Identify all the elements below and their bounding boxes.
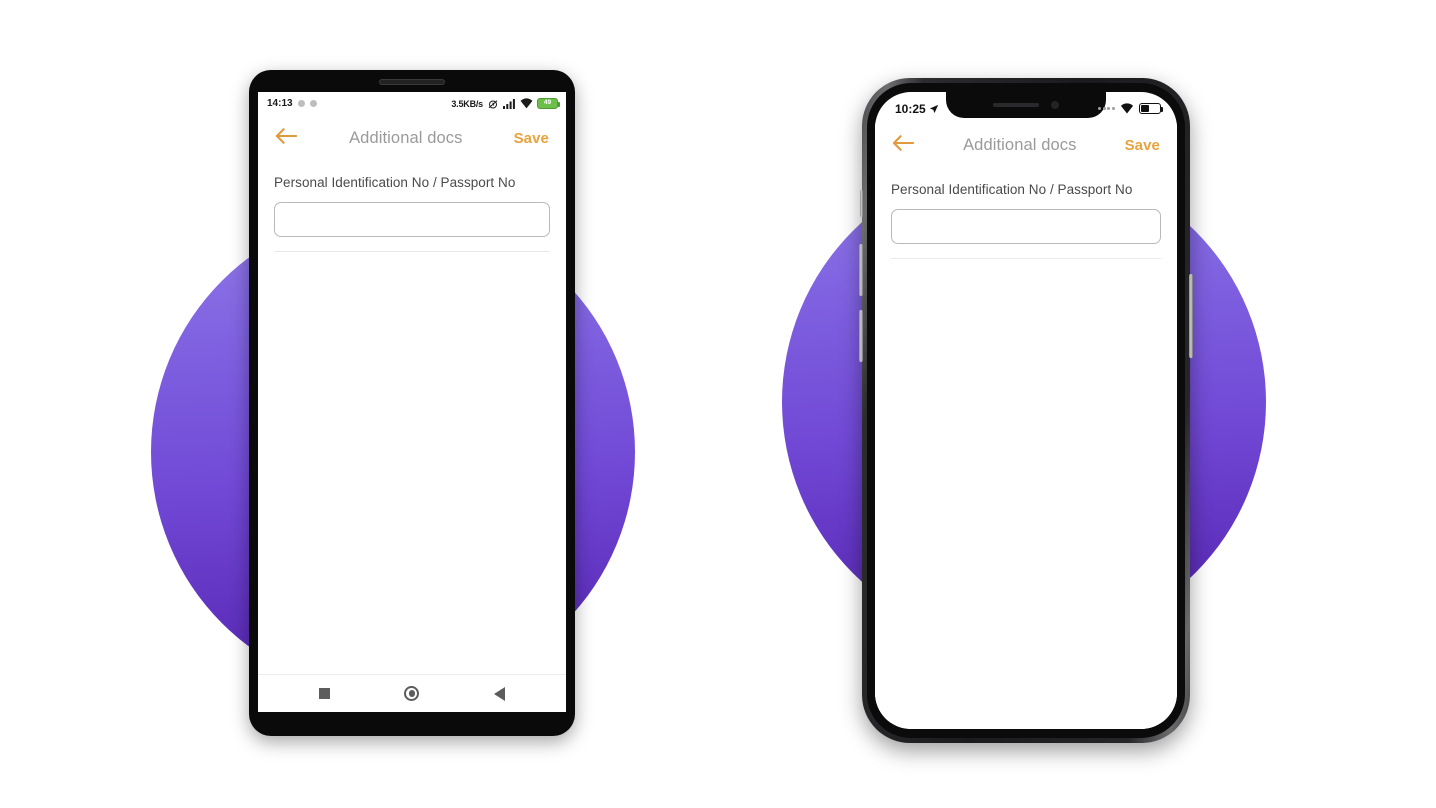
- iphone-bezel: 10:25 Additional docs Save Personal Iden…: [867, 83, 1185, 738]
- field-divider: [274, 251, 550, 252]
- signal-dots-icon: [1098, 107, 1115, 110]
- android-app-bar: Additional docs Save: [258, 115, 566, 161]
- android-status-right: 3.5KB/s 49: [451, 98, 561, 110]
- page-title: Additional docs: [349, 128, 463, 147]
- personal-id-input[interactable]: [274, 202, 550, 237]
- square-recents-icon[interactable]: [319, 688, 331, 699]
- triangle-back-icon[interactable]: [493, 686, 505, 701]
- wifi-icon: [520, 98, 533, 109]
- android-nav-bar: [258, 674, 566, 712]
- iphone-status-bar: 10:25: [875, 92, 1177, 122]
- iphone-status-right: [1098, 103, 1164, 114]
- wifi-icon: [1120, 103, 1134, 114]
- notification-dot-icon: [297, 100, 305, 107]
- android-status-left: 14:13: [267, 98, 317, 109]
- iphone-content-blank: [875, 259, 1177, 729]
- mockup-stage: 14:13 3.5KB/s 49 Additional docs Save Pe…: [0, 0, 1436, 808]
- personal-id-label: Personal Identification No / Passport No: [274, 175, 516, 190]
- network-speed-label: 3.5KB/s: [451, 98, 483, 109]
- save-button[interactable]: Save: [514, 130, 549, 147]
- android-phone-frame: 14:13 3.5KB/s 49 Additional docs Save Pe…: [249, 70, 575, 736]
- iphone-status-left: 10:25: [895, 102, 939, 116]
- power-button[interactable]: [1189, 274, 1193, 358]
- volume-down-button[interactable]: [859, 310, 863, 362]
- iphone-app-bar: Additional docs Save: [875, 122, 1177, 168]
- location-arrow-icon: [929, 104, 938, 113]
- android-status-bar: 14:13 3.5KB/s 49: [258, 92, 566, 115]
- earpiece-speaker-icon: [379, 79, 445, 85]
- silence-switch-button[interactable]: [860, 190, 863, 217]
- personal-id-input[interactable]: [891, 209, 1161, 244]
- save-button[interactable]: Save: [1125, 137, 1160, 154]
- alarm-muted-icon: [488, 99, 498, 108]
- page-title: Additional docs: [963, 135, 1077, 154]
- battery-level-label: 49: [543, 99, 552, 107]
- back-arrow-icon[interactable]: [892, 134, 915, 157]
- android-screen: 14:13 3.5KB/s 49 Additional docs Save Pe…: [258, 92, 566, 712]
- notification-dot-icon: [309, 100, 317, 107]
- volume-up-button[interactable]: [859, 244, 863, 296]
- circle-home-icon[interactable]: [404, 686, 420, 701]
- android-form-area: Personal Identification No / Passport No: [258, 161, 566, 252]
- android-clock: 14:13: [267, 98, 293, 109]
- iphone-clock: 10:25: [895, 101, 926, 116]
- battery-icon: 49: [537, 98, 561, 109]
- back-arrow-icon[interactable]: [275, 127, 298, 150]
- battery-icon: [1139, 103, 1164, 114]
- iphone-screen: 10:25 Additional docs Save Personal Iden…: [875, 92, 1177, 729]
- iphone-frame: 10:25 Additional docs Save Personal Iden…: [859, 78, 1193, 743]
- iphone-form-area: Personal Identification No / Passport No: [875, 168, 1177, 259]
- personal-id-label: Personal Identification No / Passport No: [891, 182, 1133, 197]
- signal-bars-icon: [503, 99, 515, 109]
